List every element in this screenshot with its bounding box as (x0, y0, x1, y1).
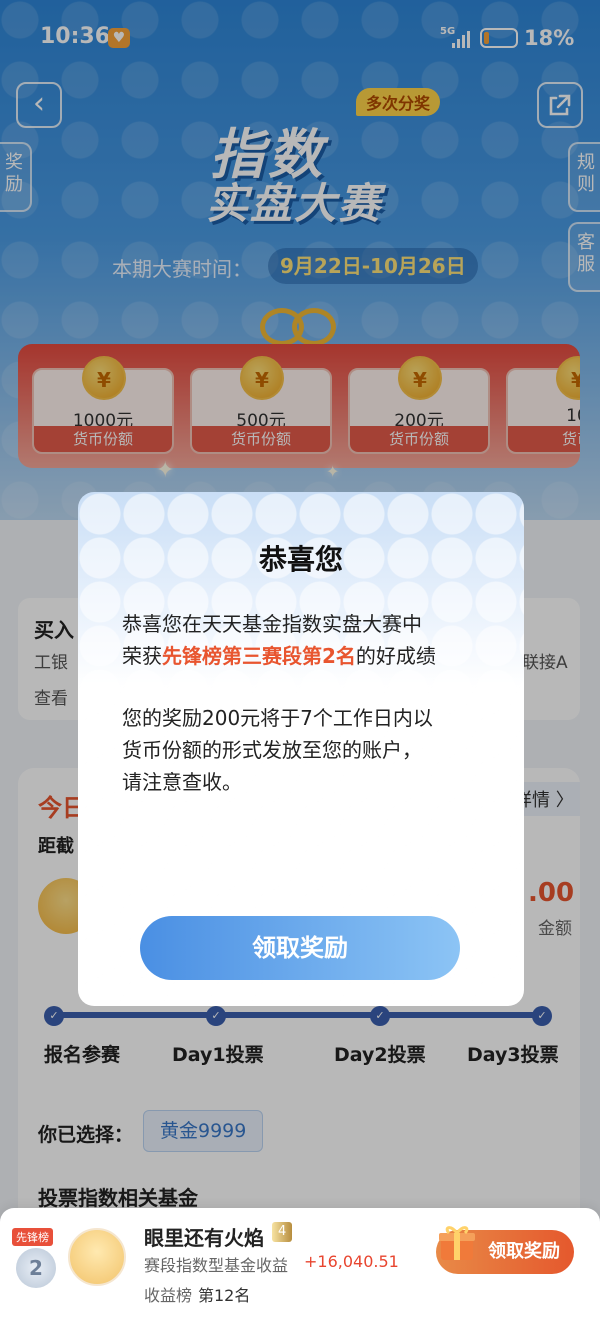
modal-title: 恭喜您 (258, 543, 343, 576)
rank-badge: 先锋榜 2 (10, 1228, 62, 1290)
rank-label: 收益榜 (144, 1286, 193, 1305)
modal-line-2-prefix: 荣获 (122, 644, 162, 668)
modal-line-3: 您的奖励200元将于7个工作日内以 (122, 706, 433, 730)
modal-line-5: 请注意查收。 (122, 770, 242, 794)
claim-reward-button[interactable]: 领取奖励 (140, 916, 460, 980)
rank-badge-label: 先锋榜 (12, 1228, 53, 1246)
modal-line-2-suffix: 的好成绩 (355, 644, 436, 668)
rank-highlight: 先锋榜第三赛段第2名 (162, 644, 356, 668)
user-avatar (68, 1228, 126, 1286)
modal-line-4: 货币份额的形式发放至您的账户， (122, 738, 422, 762)
income-label: 赛段指数型基金收益 (144, 1256, 289, 1275)
medal-icon: 2 (16, 1248, 56, 1288)
income-value: +16,040.51 (304, 1252, 399, 1271)
screen: 10:36 ♥ 5G 18% ‹ 奖励 规则 客服 多次分奖 指数 实盘大赛 本… (0, 0, 600, 1326)
modal-line-1: 恭喜您在天天基金指数实盘大赛中 (122, 612, 422, 636)
level-badge: 4 (272, 1222, 293, 1242)
rank-value: 第12名 (198, 1286, 251, 1305)
modal-line-2: 荣获先锋榜第三赛段第2名的好成绩 (122, 640, 436, 669)
user-name: 眼里还有火焰 (144, 1226, 264, 1250)
bottom-bar: 先锋榜 2 眼里还有火焰 4 赛段指数型基金收益 +16,040.51 收益榜 … (0, 1208, 600, 1326)
congrats-modal: 恭喜您 恭喜您在天天基金指数实盘大赛中 荣获先锋榜第三赛段第2名的好成绩 您的奖… (78, 492, 524, 1006)
gift-icon (439, 1226, 475, 1260)
